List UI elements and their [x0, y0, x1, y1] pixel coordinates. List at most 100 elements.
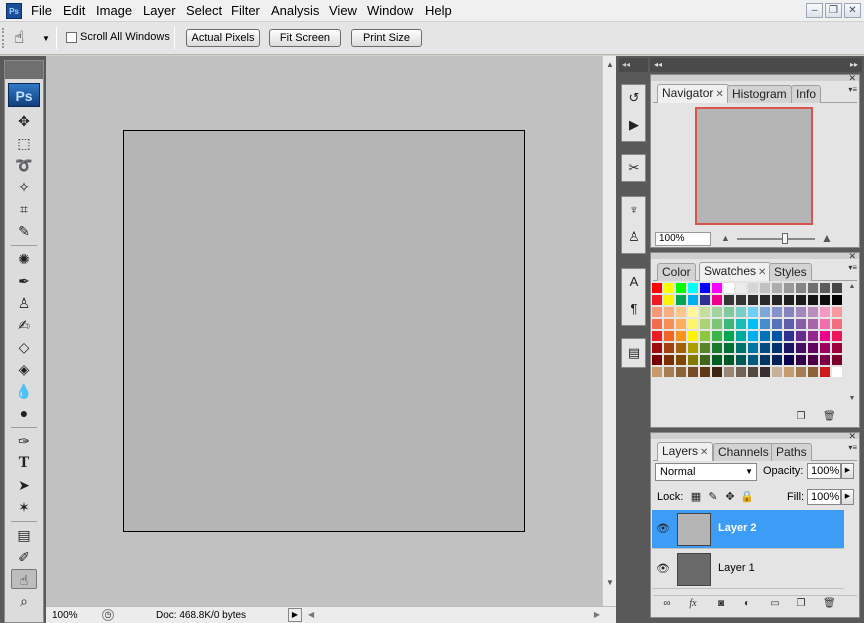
swatch[interactable]	[712, 295, 723, 306]
status-menu-arrow-icon[interactable]: ▶	[288, 608, 302, 622]
close-tab-icon[interactable]: ✕	[715, 89, 723, 100]
swatch[interactable]	[652, 295, 663, 306]
eyedropper-tool-icon[interactable]: ✎	[11, 221, 37, 241]
swatch[interactable]	[832, 343, 843, 354]
swatch[interactable]	[784, 355, 795, 366]
new-swatch-icon[interactable]: ❐	[795, 411, 807, 423]
menu-help[interactable]: Help	[425, 3, 452, 19]
scroll-all-windows-checkbox[interactable]	[66, 32, 77, 43]
print-size-button[interactable]: Print Size	[351, 29, 422, 47]
scroll-up-icon[interactable]: ▲	[847, 283, 857, 290]
add-mask-icon[interactable]: ◙	[715, 598, 727, 610]
swatch[interactable]	[796, 319, 807, 330]
swatch[interactable]	[808, 283, 819, 294]
layer-row[interactable]: 👁 Layer 1	[652, 550, 844, 589]
swatch[interactable]	[664, 355, 675, 366]
swatch[interactable]	[808, 343, 819, 354]
lock-position-icon[interactable]: ✥	[723, 490, 737, 504]
swatch[interactable]	[712, 319, 723, 330]
swatch[interactable]	[676, 331, 687, 342]
swatch[interactable]	[676, 295, 687, 306]
swatch[interactable]	[688, 343, 699, 354]
swatch[interactable]	[748, 307, 759, 318]
swatch[interactable]	[796, 331, 807, 342]
swatch[interactable]	[664, 367, 675, 378]
swatch[interactable]	[724, 319, 735, 330]
move-tool-icon[interactable]: ✥	[11, 111, 37, 131]
document-canvas[interactable]	[123, 130, 525, 532]
swatch[interactable]	[652, 343, 663, 354]
swatch[interactable]	[688, 355, 699, 366]
fill-arrow-icon[interactable]: ▶	[841, 489, 854, 505]
swatch[interactable]	[700, 343, 711, 354]
swatch[interactable]	[832, 295, 843, 306]
swatch[interactable]	[724, 355, 735, 366]
swatch[interactable]	[724, 343, 735, 354]
panel-menu-icon[interactable]: ▾≡	[848, 85, 857, 94]
magic-wand-tool-icon[interactable]: ✧	[11, 177, 37, 197]
swatch[interactable]	[808, 295, 819, 306]
swatch[interactable]	[748, 295, 759, 306]
menu-file[interactable]: File	[31, 3, 52, 19]
swatch[interactable]	[700, 307, 711, 318]
swatch[interactable]	[748, 355, 759, 366]
swatch[interactable]	[820, 283, 831, 294]
swatch[interactable]	[712, 283, 723, 294]
navigator-zoom-field[interactable]: 100%	[655, 232, 711, 246]
swatch[interactable]	[700, 283, 711, 294]
marquee-tool-icon[interactable]: ⬚	[11, 133, 37, 153]
swatch[interactable]	[820, 307, 831, 318]
adjustment-layer-icon[interactable]: ◐	[741, 598, 753, 610]
swatch[interactable]	[748, 343, 759, 354]
swatch[interactable]	[676, 307, 687, 318]
swatch[interactable]	[796, 295, 807, 306]
swatch[interactable]	[688, 319, 699, 330]
tab-info[interactable]: Info	[791, 85, 822, 103]
swatches-scrollbar[interactable]: ▲ ▼	[847, 283, 857, 403]
swatch[interactable]	[760, 343, 771, 354]
minimize-button[interactable]: –	[806, 3, 823, 18]
swatch[interactable]	[760, 283, 771, 294]
swatch[interactable]	[664, 343, 675, 354]
swatch[interactable]	[652, 319, 663, 330]
swatch[interactable]	[736, 295, 747, 306]
lasso-tool-icon[interactable]: ➰	[11, 155, 37, 175]
swatch[interactable]	[700, 367, 711, 378]
new-layer-icon[interactable]: ❐	[795, 598, 807, 610]
vertical-scrollbar[interactable]: ▲ ▼	[602, 56, 616, 606]
tool-presets-panel-icon[interactable]: ✂	[624, 158, 644, 178]
swatch[interactable]	[796, 283, 807, 294]
swatch[interactable]	[772, 295, 783, 306]
close-window-button[interactable]: ✕	[844, 3, 861, 18]
paint-bucket-tool-icon[interactable]: ◈	[11, 359, 37, 379]
hand-tool-icon[interactable]: ☝	[11, 569, 37, 589]
clone-source-panel-icon[interactable]: ♙	[624, 227, 644, 247]
swatch[interactable]	[796, 343, 807, 354]
swatch[interactable]	[724, 331, 735, 342]
swatch[interactable]	[700, 319, 711, 330]
swatch[interactable]	[784, 331, 795, 342]
swatch[interactable]	[760, 295, 771, 306]
swatch[interactable]	[664, 331, 675, 342]
link-layers-icon[interactable]: ∞	[661, 598, 673, 610]
horizontal-scrollbar[interactable]: ◀ ▶	[308, 608, 600, 622]
swatch[interactable]	[784, 319, 795, 330]
swatch[interactable]	[820, 367, 831, 378]
swatch[interactable]	[664, 283, 675, 294]
swatch[interactable]	[652, 283, 663, 294]
pen-tool-icon[interactable]: ✑	[11, 431, 37, 451]
canvas-area[interactable]	[46, 56, 602, 606]
clone-stamp-tool-icon[interactable]: ♙	[11, 293, 37, 313]
restore-button[interactable]: ❐	[825, 3, 842, 18]
close-tab-icon[interactable]: ✕	[758, 267, 766, 278]
swatch[interactable]	[676, 343, 687, 354]
swatch[interactable]	[664, 319, 675, 330]
swatch[interactable]	[820, 295, 831, 306]
swatch[interactable]	[796, 307, 807, 318]
swatch[interactable]	[784, 283, 795, 294]
actions-panel-icon[interactable]: ▶	[624, 115, 644, 135]
delete-swatch-icon[interactable]: 🗑	[823, 411, 836, 423]
menu-layer[interactable]: Layer	[143, 3, 176, 19]
collapse-icon-dock-icon[interactable]: ◂◂	[619, 58, 648, 72]
brush-tool-icon[interactable]: ✒	[11, 271, 37, 291]
